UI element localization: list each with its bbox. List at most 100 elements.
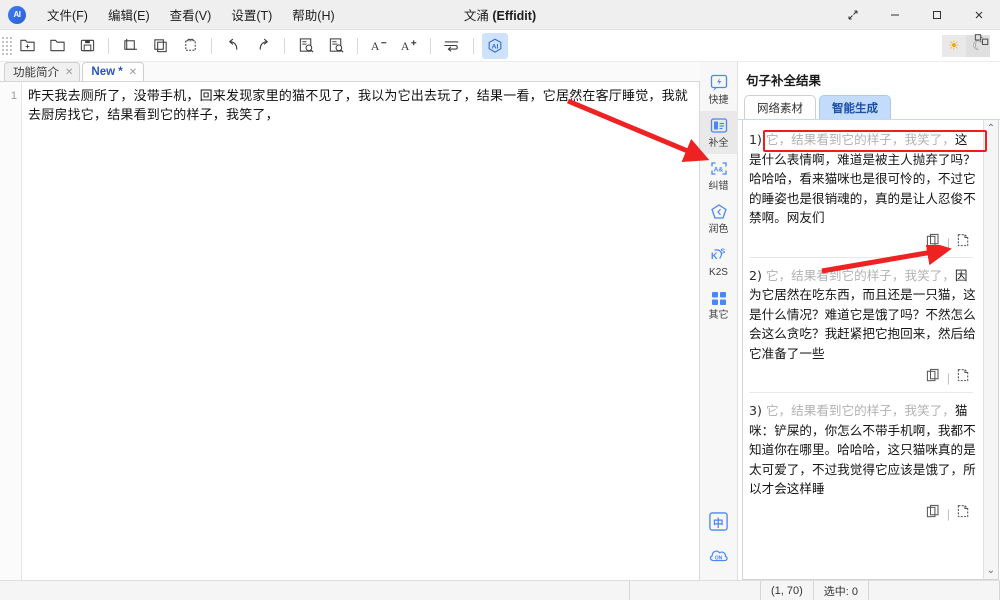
- document-tab-intro[interactable]: 功能简介 ✕: [4, 62, 81, 81]
- document-tab-new-close-icon[interactable]: ✕: [129, 67, 137, 78]
- rail-bottom-group: 中 ON: [708, 510, 730, 580]
- result-card-1-prefix: 它，结果看到它的样子，我笑了，: [765, 132, 955, 147]
- result-card-3-index: 3): [749, 403, 762, 418]
- replace-icon[interactable]: [323, 33, 349, 59]
- insert-icon[interactable]: [956, 368, 971, 388]
- lightning-icon: [708, 73, 730, 94]
- tab-smart-generate[interactable]: 智能生成: [819, 95, 891, 119]
- close-icon: [975, 11, 983, 18]
- spellcheck-icon: A&: [708, 159, 730, 180]
- result-card-1-actions: |: [749, 228, 977, 255]
- find-icon[interactable]: [293, 33, 319, 59]
- menu-file[interactable]: 文件(F): [38, 2, 97, 27]
- panel-scrollbar[interactable]: ⌃ ⌄: [983, 120, 998, 579]
- result-card-2-index: 2): [749, 267, 762, 283]
- copy-icon[interactable]: [926, 504, 941, 524]
- result-card-2-prefix: 它，结果看到它的样子，我笑了，: [765, 267, 955, 283]
- insert-icon[interactable]: [956, 233, 971, 253]
- rail-item-jiucuo[interactable]: A& 纠错: [700, 154, 738, 197]
- maximize-button[interactable]: [916, 0, 958, 30]
- minimize-button[interactable]: [874, 0, 916, 30]
- result-card-2[interactable]: 2) 它，结果看到它的样子，我笑了，因为它居然在吃东西，而且还是一只猫，这是什么…: [749, 260, 979, 396]
- rail-item-k2s-label: K2S: [709, 267, 728, 278]
- menu-edit[interactable]: 编辑(E): [99, 2, 159, 27]
- close-button[interactable]: [958, 0, 1000, 30]
- action-separator: |: [946, 506, 950, 521]
- font-increase-icon[interactable]: A: [396, 33, 422, 59]
- menu-view[interactable]: 查看(V): [161, 2, 221, 27]
- paste-icon[interactable]: [177, 33, 203, 59]
- wrap-lines-icon[interactable]: [439, 33, 465, 59]
- theme-light-icon[interactable]: ☀: [942, 34, 966, 57]
- undo-icon[interactable]: [220, 33, 246, 59]
- line-number: 1: [10, 90, 17, 102]
- rail-item-qita-label: 其它: [708, 310, 729, 321]
- status-cursor-position: (1, 70): [761, 580, 814, 600]
- panel-tab-strip: 网络素材 智能生成: [738, 95, 1000, 120]
- language-chinese-icon[interactable]: 中: [708, 510, 730, 532]
- status-spacer-mid: [630, 580, 761, 600]
- result-card-2-actions: |: [749, 363, 977, 390]
- editor-column: 功能简介 ✕ New * ✕ 1 昨天我去厕所了，没带手机，回来发现家里的猫不见…: [0, 62, 700, 580]
- result-card-1-index: 1): [749, 132, 762, 147]
- editor-text[interactable]: 昨天我去厕所了，没带手机，回来发现家里的猫不见了，我以为它出去玩了，结果一看，它…: [22, 82, 699, 580]
- toolbar-separator-6: [473, 37, 474, 54]
- save-icon[interactable]: [74, 33, 100, 59]
- toolbar-separator-1: [108, 37, 109, 54]
- scroll-up-icon[interactable]: ⌃: [987, 120, 995, 137]
- tab-web-material[interactable]: 网络素材: [744, 95, 816, 119]
- result-card-2-text: 2) 它，结果看到它的样子，我笑了，因为它居然在吃东西，而且还是一只猫，这是什么…: [749, 266, 977, 364]
- result-card-3-text: 3) 它，结果看到它的样子，我笑了，猫咪：铲屎的，你怎么不带手机啊，我都不知道你…: [749, 401, 977, 499]
- rail-item-buquan-label: 补全: [708, 138, 729, 149]
- window-title-cn: 文涌: [463, 9, 489, 23]
- document-tab-new[interactable]: New * ✕: [82, 62, 145, 81]
- completion-panel: 句子补全结果 网络素材 智能生成 1) 它，结果看到它的样子，我笑了，这是什么表…: [738, 62, 1000, 580]
- results-list: 1) 它，结果看到它的样子，我笑了，这是什么表情啊，难道是被主人抛弃了吗？哈哈哈…: [743, 120, 983, 579]
- app-logo-icon: AI: [8, 5, 26, 24]
- copy-icon[interactable]: [926, 368, 941, 388]
- minimize-icon: [891, 14, 899, 15]
- svg-text:A: A: [371, 39, 380, 53]
- layout-toggle-icon[interactable]: [974, 32, 990, 53]
- copy-icon[interactable]: [147, 33, 173, 59]
- polish-icon: [708, 202, 730, 223]
- cloud-on-icon[interactable]: ON: [708, 544, 730, 566]
- rail-item-runse[interactable]: 润色: [700, 197, 738, 240]
- svg-text:A: A: [401, 39, 410, 53]
- feature-rail: 快捷 补全 A& 纠错 润色 K S K2S 其它 中 ON: [699, 62, 738, 580]
- menu-help[interactable]: 帮助(H): [283, 2, 343, 27]
- menu-settings[interactable]: 设置(T): [222, 2, 281, 27]
- action-separator: |: [946, 235, 950, 250]
- redo-icon[interactable]: [250, 33, 276, 59]
- rail-item-buquan[interactable]: 补全: [699, 111, 738, 154]
- window-title-en: (Effidit): [492, 9, 537, 23]
- panel-title: 句子补全结果: [746, 74, 822, 88]
- rail-item-kuaijie[interactable]: 快捷: [700, 68, 738, 111]
- scrollbar-track[interactable]: [984, 137, 998, 562]
- complete-icon: [708, 116, 730, 137]
- document-tab-intro-label: 功能简介: [13, 67, 59, 79]
- document-tab-intro-close-icon[interactable]: ✕: [65, 67, 73, 78]
- maximize-icon: [933, 10, 941, 19]
- insert-icon[interactable]: [956, 504, 971, 524]
- scroll-down-icon[interactable]: ⌄: [987, 562, 995, 579]
- result-card-1[interactable]: 1) 它，结果看到它的样子，我笑了，这是什么表情啊，难道是被主人抛弃了吗？哈哈哈…: [749, 124, 979, 260]
- action-separator: |: [946, 371, 950, 385]
- result-card-3[interactable]: 3) 它，结果看到它的样子，我笑了，猫咪：铲屎的，你怎么不带手机啊，我都不知道你…: [749, 395, 979, 528]
- toolbar-grip[interactable]: [2, 34, 12, 57]
- expand-button[interactable]: [832, 0, 874, 30]
- new-file-icon[interactable]: [14, 33, 40, 59]
- rail-item-k2s[interactable]: K S K2S: [700, 240, 738, 283]
- rail-item-runse-label: 润色: [708, 224, 729, 235]
- rail-item-qita[interactable]: 其它: [700, 283, 738, 326]
- font-decrease-icon[interactable]: A: [366, 33, 392, 59]
- application-window: AI 文件(F) 编辑(E) 查看(V) 设置(T) 帮助(H) 文涌 (Eff…: [0, 0, 1000, 600]
- title-bar: AI 文件(F) 编辑(E) 查看(V) 设置(T) 帮助(H) 文涌 (Eff…: [0, 0, 1000, 30]
- ai-assistant-icon[interactable]: AI: [482, 32, 508, 59]
- svg-text:K: K: [711, 251, 718, 261]
- open-folder-icon[interactable]: [44, 33, 70, 59]
- cut-icon[interactable]: [117, 33, 143, 59]
- copy-icon[interactable]: [926, 233, 941, 253]
- line-number-gutter: 1: [0, 82, 22, 580]
- toolbar-separator-5: [430, 37, 431, 54]
